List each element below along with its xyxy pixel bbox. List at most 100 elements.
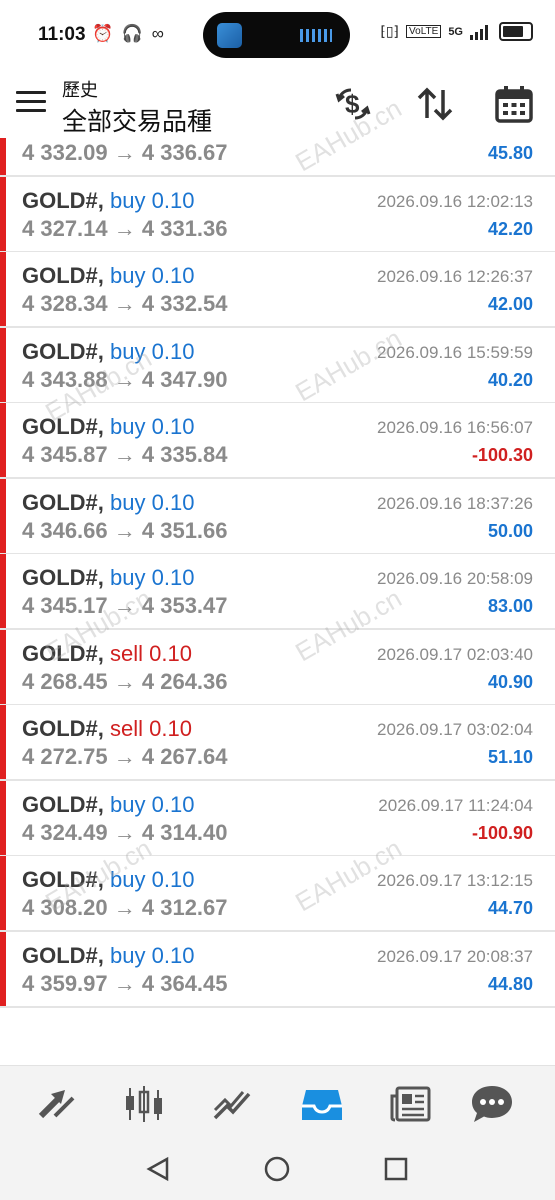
header-title[interactable]: 全部交易品種 <box>62 102 212 138</box>
trade-volume: 0.10 <box>151 791 195 817</box>
dynamic-island[interactable] <box>203 12 350 58</box>
close-price: 4 347.90 <box>141 366 228 392</box>
trade-prices: 4 272.75 → 4 267.64 <box>22 744 228 770</box>
trade-volume: 0.10 <box>149 716 192 741</box>
trade-row-indicator <box>0 176 6 251</box>
trade-symbol-line: GOLD#, sell 0.10 <box>22 641 192 667</box>
trade-date: 2026.09.16 20:58:09 <box>377 569 533 588</box>
trade-volume: 0.10 <box>151 489 195 515</box>
arrow-right-icon: → <box>107 517 142 543</box>
trade-symbol-line: GOLD#, sell 0.10 <box>22 716 192 742</box>
trade-row-indicator <box>0 554 6 628</box>
trade-prices: 4 328.34 → 4 332.54 <box>22 291 228 317</box>
trade-prices: 4 343.88 → 4 347.90 <box>22 367 228 393</box>
close-price: 4 264.36 <box>141 668 228 694</box>
history-icon[interactable] <box>300 1084 344 1124</box>
chart-icon[interactable] <box>122 1084 166 1124</box>
trade-type: sell <box>110 716 144 741</box>
trade-symbol-line: GOLD#, buy 0.10 <box>22 263 194 289</box>
close-price: 4 364.45 <box>141 970 228 996</box>
calendar-icon[interactable] <box>494 84 534 124</box>
trade-row-indicator <box>0 327 6 402</box>
trade-date: 2026.09.16 18:37:26 <box>377 493 533 513</box>
app-header: 歷史 全部交易品種 $ <box>0 68 555 138</box>
trade-row[interactable]: GOLD#, sell 0.10 4 272.75 → 4 267.64 2026.… <box>0 705 555 781</box>
volte-label: VoLTE <box>406 25 442 38</box>
trade-type: buy <box>110 414 146 439</box>
trade-date: 2026.09.16 15:59:59 <box>377 342 533 362</box>
trade-row-indicator <box>0 780 6 855</box>
trade-row[interactable]: GOLD#, sell 0.10 4 268.45 → 4 264.36 2026.… <box>0 629 555 706</box>
home-icon[interactable] <box>264 1156 290 1182</box>
sort-icon[interactable] <box>415 84 455 124</box>
recent-apps-icon[interactable] <box>383 1156 409 1182</box>
trade-volume: 0.10 <box>151 263 195 288</box>
status-bar: 11:03 ⏰ 🎧 ∞ ⁅▯⁆ VoLTE 5G <box>0 0 555 68</box>
back-icon[interactable] <box>145 1156 171 1182</box>
trade-row[interactable]: GOLD#, buy 0.10 4 345.17 → 4 353.47 2026.0… <box>0 554 555 630</box>
close-price: 4 267.64 <box>141 744 228 769</box>
trade-type: buy <box>110 942 146 968</box>
trade-symbol: GOLD#, <box>22 867 104 892</box>
trade-symbol: GOLD#, <box>22 640 104 666</box>
arrow-right-icon: → <box>107 291 142 316</box>
trade-symbol: GOLD#, <box>22 338 104 364</box>
arrow-right-icon: → <box>107 593 142 618</box>
currency-exchange-icon[interactable]: $ <box>333 84 373 124</box>
trade-row[interactable]: GOLD#, buy 0.10 4 359.97 → 4 364.45 2026.0… <box>0 931 555 1008</box>
open-price: 4 327.14 <box>22 215 108 241</box>
news-icon[interactable] <box>389 1084 433 1124</box>
trade-row[interactable]: GOLD#, buy 0.10 4 327.14 → 4 331.36 2026.0… <box>0 176 555 253</box>
status-right-icons: ⁅▯⁆ VoLTE 5G <box>380 22 533 41</box>
trade-volume: 0.10 <box>151 867 195 892</box>
trade-symbol: GOLD#, <box>22 414 104 439</box>
trade-symbol-line: GOLD#, buy 0.10 <box>22 867 194 893</box>
trade-profit: -100.90 <box>471 822 533 843</box>
menu-icon[interactable] <box>16 91 46 113</box>
arrow-right-icon: → <box>107 970 142 996</box>
quotes-icon[interactable] <box>35 1084 79 1124</box>
trade-profit: 50.00 <box>487 520 533 541</box>
trade-row[interactable]: GOLD#, buy 0.10 4 345.87 → 4 335.84 2026.0… <box>0 403 555 479</box>
trade-row[interactable]: 4 332.09 → 4 336.67 45.80 <box>0 138 555 177</box>
trade-icon[interactable] <box>211 1084 255 1124</box>
trade-profit: 44.70 <box>487 898 533 918</box>
trade-row[interactable]: GOLD#, buy 0.10 4 328.34 → 4 332.54 2026.0… <box>0 252 555 328</box>
trade-row[interactable]: GOLD#, buy 0.10 4 308.20 → 4 312.67 2026.0… <box>0 856 555 932</box>
trade-profit: 44.80 <box>487 973 533 994</box>
trade-prices: 4 327.14 → 4 331.36 <box>22 216 228 242</box>
trade-date: 2026.09.17 13:12:15 <box>377 871 533 890</box>
arrow-right-icon: → <box>107 895 142 920</box>
trade-symbol-line: GOLD#, buy 0.10 <box>22 943 194 969</box>
status-left-icons: ⏰ 🎧 ∞ <box>92 24 166 43</box>
trade-type: buy <box>110 565 146 590</box>
trade-symbol: GOLD#, <box>22 716 104 741</box>
trade-type: buy <box>110 263 146 288</box>
close-price: 4 353.47 <box>141 593 228 618</box>
close-price: 4 312.67 <box>141 895 228 920</box>
trade-symbol: GOLD#, <box>22 791 104 817</box>
chat-icon[interactable] <box>470 1084 514 1124</box>
open-price: 4 324.49 <box>22 819 108 845</box>
audio-wave-icon <box>300 29 332 42</box>
trade-row[interactable]: GOLD#, buy 0.10 4 324.49 → 4 314.40 2026.0… <box>0 780 555 857</box>
arrow-right-icon: → <box>107 744 142 769</box>
close-price: 4 351.66 <box>141 517 228 543</box>
close-price: 4 335.84 <box>141 442 228 467</box>
close-price: 4 331.36 <box>141 215 228 241</box>
trade-row[interactable]: GOLD#, buy 0.10 4 346.66 → 4 351.66 2026.0… <box>0 478 555 555</box>
trade-row[interactable]: GOLD#, buy 0.10 4 343.88 → 4 347.90 2026.0… <box>0 327 555 404</box>
open-price: 4 332.09 <box>22 140 108 165</box>
trade-volume: 0.10 <box>151 565 195 590</box>
arrow-right-icon: → <box>107 140 142 165</box>
trade-profit: 40.90 <box>487 671 533 692</box>
trade-row-indicator <box>0 629 6 704</box>
trade-history-list[interactable]: 4 332.09 → 4 336.67 45.80 GOLD#, buy 0.10 4… <box>0 138 555 1008</box>
trade-type: buy <box>110 489 146 515</box>
vibrate-icon: ⁅▯⁆ <box>380 23 400 39</box>
open-price: 4 328.34 <box>22 291 108 316</box>
trade-date: 2026.09.16 12:26:37 <box>377 267 533 286</box>
trade-symbol-line: GOLD#, buy 0.10 <box>22 188 194 214</box>
open-price: 4 268.45 <box>22 668 108 694</box>
trade-row-indicator <box>0 931 6 1006</box>
